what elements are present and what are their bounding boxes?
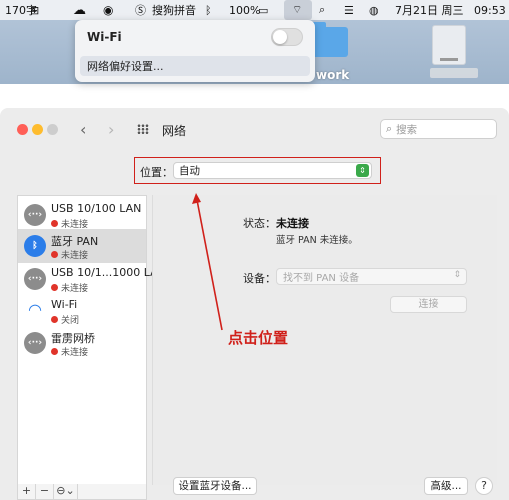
service-status-text: 未连接 [61,284,89,294]
close-button[interactable] [17,124,28,135]
connect-button[interactable]: 连接 [390,296,467,313]
detail-panel: 状态： 未连接 蓝牙 PAN 未连接。 设备： 找不到 PAN 设备 ⇕ 连接 [152,195,497,485]
status-dot-red [51,348,58,355]
forward-chevron-icon[interactable]: › [108,120,114,139]
location-label: 位置： [140,166,173,179]
window-title: 网络 [162,124,187,138]
wifi-toggle[interactable] [271,28,303,46]
blurred-label [430,68,478,78]
service-item-bluetooth-pan[interactable]: ᛒ 蓝牙 PAN 未连接 [18,229,146,263]
status-value: 未连接 [276,217,309,230]
battery-icon[interactable]: ▭ [258,0,268,20]
folder-icon[interactable] [312,22,348,57]
pinyin-input-label[interactable]: 搜狗拼音 [152,0,196,20]
service-item-usb-lan[interactable]: ‹··› USB 10/100 LAN 未连接 [18,198,146,232]
status-label: 状态： [243,217,276,230]
wifi-dropdown-menu: Wi-Fi 网络偏好设置... [75,20,315,82]
service-item-thunderbolt-bridge[interactable]: ‹··› 雷雳网桥 未连接 [18,326,146,360]
location-value: 自动 [179,165,200,177]
drive-icon[interactable] [432,25,466,65]
status-dot-red [51,251,58,258]
network-window: ‹ › 网络 ⌕ 搜索 位置： 自动 ⇕ ‹··› USB 10/100 LAN… [0,108,509,500]
magnifier-menubar-icon[interactable]: ⌕ [319,0,325,20]
add-service-button[interactable]: + [18,484,36,499]
device-label: 设备： [243,272,276,285]
wifi-menubar-button[interactable]: ⌔ [284,0,312,20]
status-description: 蓝牙 PAN 未连接。 [276,235,358,246]
siri-icon[interactable]: ◍ [369,0,379,20]
select-arrows-icon: ⇕ [453,270,461,280]
service-status-text: 未连接 [61,251,89,261]
search-icon: ⌕ [386,122,393,135]
setup-bluetooth-button[interactable]: 设置蓝牙设备... [173,477,257,495]
network-preferences-item[interactable]: 网络偏好设置... [80,56,310,76]
location-highlight-box: 位置： 自动 ⇕ [134,157,381,184]
wifi-menu-title: Wi-Fi [87,30,122,44]
status-dot-red [51,220,58,227]
control-center-icon[interactable]: ☰ [344,0,354,20]
service-list: ‹··› USB 10/100 LAN 未连接 ᛒ 蓝牙 PAN 未连接 ‹··… [17,195,166,485]
status-dot-red [51,316,58,323]
minimize-button[interactable] [32,124,43,135]
service-name: USB 10/1...1000 LAN [51,266,166,279]
show-all-grid-icon[interactable] [137,124,149,134]
menubar-time[interactable]: 09:53 [474,0,506,20]
wechat-icon[interactable]: ☁ [73,0,86,20]
service-name: 雷雳网桥 [51,332,95,345]
service-item-usb-1000-lan[interactable]: ‹··› USB 10/1...1000 LAN 未连接 [18,262,166,296]
bluetooth-icon: ᛒ [24,235,46,257]
menu-bar: 170字 ⊞ ☁ ◉ Ⓢ 搜狗拼音 ᛒ 100% ▭ ⌔ ⌕ ☰ ◍ 7月21日… [0,0,509,20]
location-select[interactable]: 自动 ⇕ [173,162,372,179]
zoom-button[interactable] [47,124,58,135]
weibo-icon[interactable]: ◉ [103,0,113,20]
sogou-icon: Ⓢ [135,4,146,17]
device-select[interactable]: 找不到 PAN 设备 ⇕ [276,268,467,285]
action-menu-button[interactable]: ⊖⌄ [54,484,78,499]
service-status: 关闭 [51,313,79,326]
device-placeholder: 找不到 PAN 设备 [283,273,360,284]
ethernet-icon: ‹··› [24,332,46,354]
service-name: Wi-Fi [51,298,78,311]
service-name: 蓝牙 PAN [51,235,99,248]
service-status-text: 关闭 [61,316,80,326]
search-field[interactable]: ⌕ 搜索 [380,119,497,139]
remove-service-button[interactable]: − [36,484,54,499]
wifi-off-icon: ⌔ [292,3,303,16]
service-status-text: 未连接 [61,348,89,358]
bluetooth-menubar-icon[interactable]: ᛒ [205,0,212,20]
service-name: USB 10/100 LAN [51,202,142,215]
service-status: 未连接 [51,345,88,358]
wifi-icon: ◠ [28,300,42,319]
desktop-folder-label: work [316,68,350,82]
ethernet-icon: ‹··› [24,204,46,226]
search-placeholder: 搜索 [396,123,418,136]
select-arrows-icon: ⇕ [356,164,369,177]
service-status: 未连接 [51,281,88,294]
ethernet-icon: ‹··› [24,268,46,290]
menubar-date[interactable]: 7月21日 周三 [395,0,464,20]
battery-percent: 100% [229,3,261,17]
annotation-text: 点击位置 [228,329,289,347]
grid-icon-menubar: ⊞ [30,3,40,17]
service-list-toolbar: + − ⊖⌄ [17,484,147,500]
status-dot-red [51,284,58,291]
title-bar: ‹ › 网络 ⌕ 搜索 [0,108,509,148]
back-chevron-icon[interactable]: ‹ [80,120,86,139]
service-status: 未连接 [51,248,88,261]
advanced-button[interactable]: 高级... [424,477,468,495]
service-item-wifi[interactable]: ◠ Wi-Fi 关闭 [18,294,146,328]
help-button[interactable]: ? [475,477,493,495]
